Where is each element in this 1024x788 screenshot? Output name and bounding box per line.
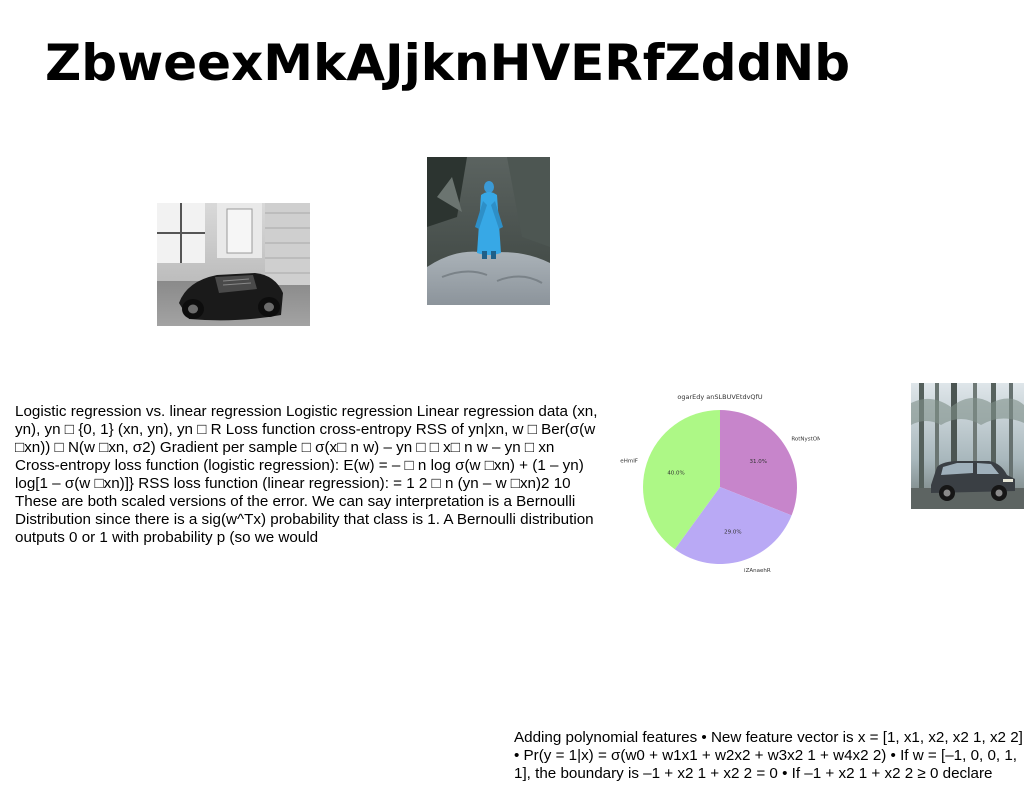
chart-title: ogarEdy anSLBUVEtdvQfU — [677, 393, 762, 401]
pie-chart: ogarEdy anSLBUVEtdvQfU 31.0% RotNystOMi 29… — [620, 385, 820, 580]
pie-slice-label: iZAnaehR — [744, 568, 771, 574]
pie-slice-label: ICZzgeHmIF — [620, 458, 638, 464]
pie-slice-percent: 31.0% — [749, 459, 766, 465]
pie-slice-label: RotNystOMi — [791, 437, 820, 443]
photo-car-bw — [157, 203, 310, 326]
main-text: Logistic regression vs. linear regressio… — [15, 403, 598, 546]
photo-suv — [911, 383, 1024, 509]
main-text-block: Logistic regression vs. linear regressio… — [15, 403, 603, 547]
suv-photo-icon — [911, 383, 1024, 509]
bottom-text: Adding polynomial features • New feature… — [514, 729, 1023, 782]
car-photo-icon — [157, 203, 310, 326]
person-photo-icon — [427, 157, 550, 305]
pie-slice-percent: 29.0% — [724, 529, 741, 535]
pie-chart-svg: ogarEdy anSLBUVEtdvQfU 31.0% RotNystOMi 29… — [620, 393, 820, 574]
page-title: ZbweexMkAJjknHVERfZddNb — [45, 34, 851, 92]
pie-slice-percent: 40.0% — [667, 471, 684, 477]
bottom-text-block: Adding polynomial features • New feature… — [514, 729, 1024, 785]
photo-figure — [427, 157, 550, 305]
